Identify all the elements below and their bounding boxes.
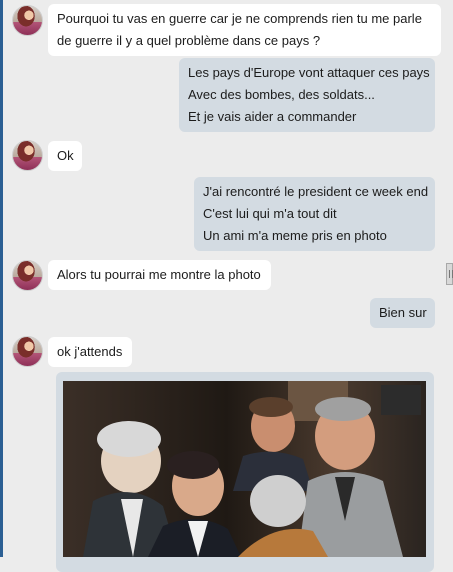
message-line: Et je vais aider a commander: [188, 109, 357, 124]
message-line: Avec des bombes, des soldats...: [188, 87, 375, 102]
message-incoming: Alors tu pourrai me montre la photo: [48, 260, 271, 290]
group-photo-image[interactable]: [63, 381, 426, 557]
contact-avatar[interactable]: [12, 140, 43, 171]
message-outgoing: Les pays d'Europe vont attaquer ces pays…: [179, 58, 435, 132]
message-line: Bien sur: [379, 305, 427, 320]
message-line: C'est lui qui m'a tout dit: [203, 206, 337, 221]
message-line: Les pays d'Europe vont attaquer ces pays: [188, 65, 430, 80]
message-outgoing: Bien sur: [370, 298, 435, 328]
contact-avatar[interactable]: [12, 336, 43, 367]
message-incoming: Ok: [48, 141, 82, 171]
message-line: Pourquoi tu vas en guerre car je ne comp…: [57, 11, 422, 26]
message-incoming: Pourquoi tu vas en guerre car je ne comp…: [48, 4, 441, 56]
window-edge: [0, 0, 3, 557]
message-outgoing: J'ai rencontré le president ce week end …: [194, 177, 435, 251]
message-line: J'ai rencontré le president ce week end: [203, 184, 429, 199]
message-line: ok j'attends: [57, 344, 123, 359]
message-incoming: ok j'attends: [48, 337, 132, 367]
message-line: Alors tu pourrai me montre la photo: [57, 267, 261, 282]
message-line: Un ami m'a meme pris en photo: [203, 228, 387, 243]
message-line: Ok: [57, 148, 74, 163]
contact-avatar[interactable]: [12, 260, 43, 291]
message-line: de guerre il y a quel problème dans ce p…: [57, 33, 321, 48]
contact-avatar[interactable]: [12, 5, 43, 36]
scrollbar-handle[interactable]: [446, 263, 453, 285]
